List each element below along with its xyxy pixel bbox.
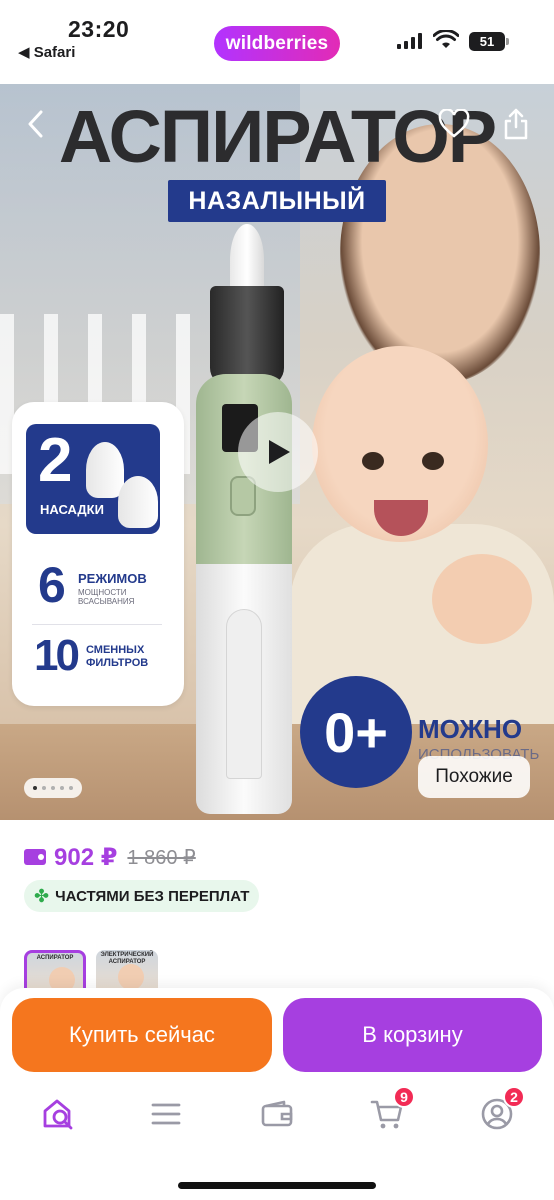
pager-dot	[69, 786, 73, 790]
tab-home[interactable]	[38, 1094, 78, 1134]
nozzle-image	[118, 476, 158, 528]
nozzle-image	[86, 442, 124, 498]
bottom-action-sheet: Купить сейчас В корзину 9 2	[0, 988, 554, 1200]
cellular-signal-icon	[397, 33, 423, 49]
heart-icon	[438, 109, 470, 138]
price-row: 902 ₽ 1 860 ₽	[24, 842, 196, 872]
filters-count: 10	[34, 631, 80, 680]
gallery-pager	[24, 778, 82, 798]
battery-indicator: 51	[469, 32, 509, 51]
back-button[interactable]	[16, 104, 56, 144]
home-search-icon	[43, 1099, 73, 1130]
baby-eye	[362, 452, 384, 470]
aspirator-device-image	[196, 204, 296, 814]
thumbnail-2[interactable]: ЭЛЕКТРИЧЕСКИЙ АСПИРАТОР	[96, 950, 158, 990]
tab-profile[interactable]: 2	[477, 1086, 525, 1134]
pager-dot	[60, 786, 64, 790]
buy-now-button[interactable]: Купить сейчас	[12, 998, 272, 1072]
modes-count: 6	[38, 557, 66, 613]
back-to-safari-link[interactable]: ◀ Safari	[18, 43, 75, 61]
tab-catalog[interactable]	[146, 1094, 186, 1134]
add-to-cart-button[interactable]: В корзину	[283, 998, 542, 1072]
wallet-icon	[24, 849, 46, 865]
nozzles-block: 2 НАСАДКИ	[26, 424, 160, 534]
device-slot	[226, 609, 262, 779]
thumbnail-image	[49, 967, 75, 990]
features-card: 2 НАСАДКИ 6 РЕЖИМОВ МОЩНОСТИ ВСАСЫВАНИЯ …	[12, 402, 184, 706]
pager-dot	[51, 786, 55, 790]
gallery-thumbnails: АСПИРАТОР ЭЛЕКТРИЧЕСКИЙ АСПИРАТОР	[24, 950, 158, 990]
similar-button[interactable]: Похожие	[418, 756, 530, 798]
status-bar: 23:20 ◀ Safari wildberries 51	[0, 0, 554, 84]
age-badge: 0+	[300, 676, 412, 788]
share-button[interactable]	[496, 104, 536, 144]
clover-icon: ✤	[34, 885, 50, 906]
nozzles-label: НАСАДКИ	[40, 502, 104, 517]
play-icon	[269, 440, 290, 464]
device-nozzle-base	[210, 286, 284, 386]
age-badge-title: МОЖНО	[418, 714, 523, 744]
share-icon	[504, 108, 528, 140]
thumbnail-image	[118, 964, 144, 990]
modes-sublabel: МОЩНОСТИ ВСАСЫВАНИЯ	[78, 588, 135, 607]
nozzles-count: 2	[38, 426, 73, 495]
product-gallery[interactable]: АСПИРАТОР НАЗАЛЫНЫЙ 2 НАСАДКИ 6 РЕЖИМОВ …	[0, 84, 554, 820]
favorite-button[interactable]	[434, 104, 474, 144]
pager-dot-active	[33, 786, 37, 790]
wallet-tab-icon	[261, 1100, 293, 1127]
modes-label: РЕЖИМОВ	[78, 571, 147, 586]
cart-count-badge: 9	[393, 1086, 415, 1108]
filters-label: СМЕННЫХ ФИЛЬТРОВ	[86, 644, 149, 669]
baby-eye	[422, 452, 444, 470]
thumbnail-caption: ЭЛЕКТРИЧЕСКИЙ АСПИРАТОР	[100, 952, 154, 965]
profile-notification-badge: 2	[503, 1086, 525, 1108]
installment-badge[interactable]: ✤ ЧАСТЯМИ БЕЗ ПЕРЕПЛАТ	[24, 880, 260, 912]
pager-dot	[42, 786, 46, 790]
chevron-left-icon	[28, 110, 43, 138]
tab-bar: 9 2	[0, 1084, 554, 1148]
status-time: 23:20	[68, 16, 130, 42]
thumbnail-caption: АСПИРАТОР	[36, 955, 74, 961]
play-video-button[interactable]	[238, 412, 318, 492]
current-price: 902 ₽	[54, 843, 118, 871]
tab-cart[interactable]: 9	[367, 1086, 415, 1134]
menu-icon	[151, 1103, 181, 1125]
installment-label: ЧАСТЯМИ БЕЗ ПЕРЕПЛАТ	[55, 887, 250, 905]
baby-hand-image	[432, 554, 532, 644]
tab-wallet[interactable]	[257, 1094, 297, 1134]
card-divider	[32, 624, 162, 625]
thumbnail-1[interactable]: АСПИРАТОР	[24, 950, 86, 990]
wifi-icon	[433, 30, 459, 48]
old-price: 1 860 ₽	[127, 846, 196, 869]
home-indicator	[178, 1182, 376, 1189]
wildberries-logo: wildberries	[214, 26, 340, 61]
